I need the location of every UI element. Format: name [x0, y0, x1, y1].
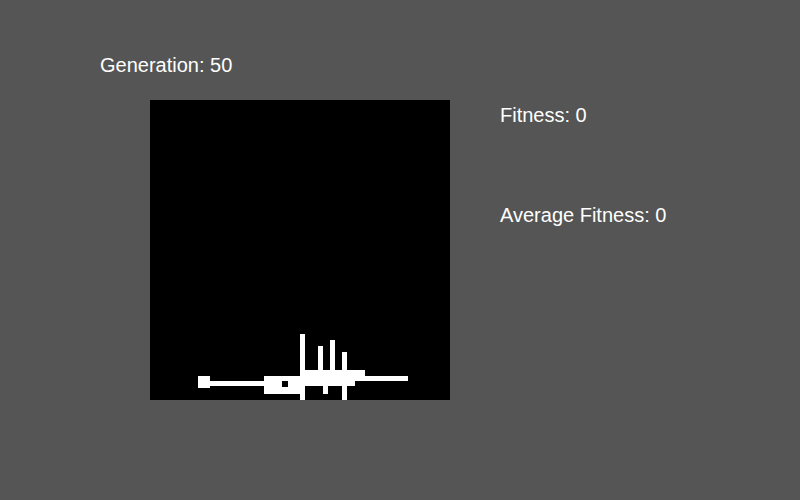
left-column: Generation: 50: [0, 52, 450, 400]
app: Generation: 50 Fitness: 0 Average Fitnes…: [0, 0, 800, 400]
creature-icon: [150, 100, 450, 400]
fitness-label: Fitness: 0: [500, 102, 666, 128]
simulation-canvas: [150, 100, 450, 400]
generation-label: Generation: 50: [100, 52, 450, 78]
stats-panel: Fitness: 0 Average Fitness: 0: [450, 52, 666, 400]
average-fitness-label: Average Fitness: 0: [500, 202, 666, 228]
